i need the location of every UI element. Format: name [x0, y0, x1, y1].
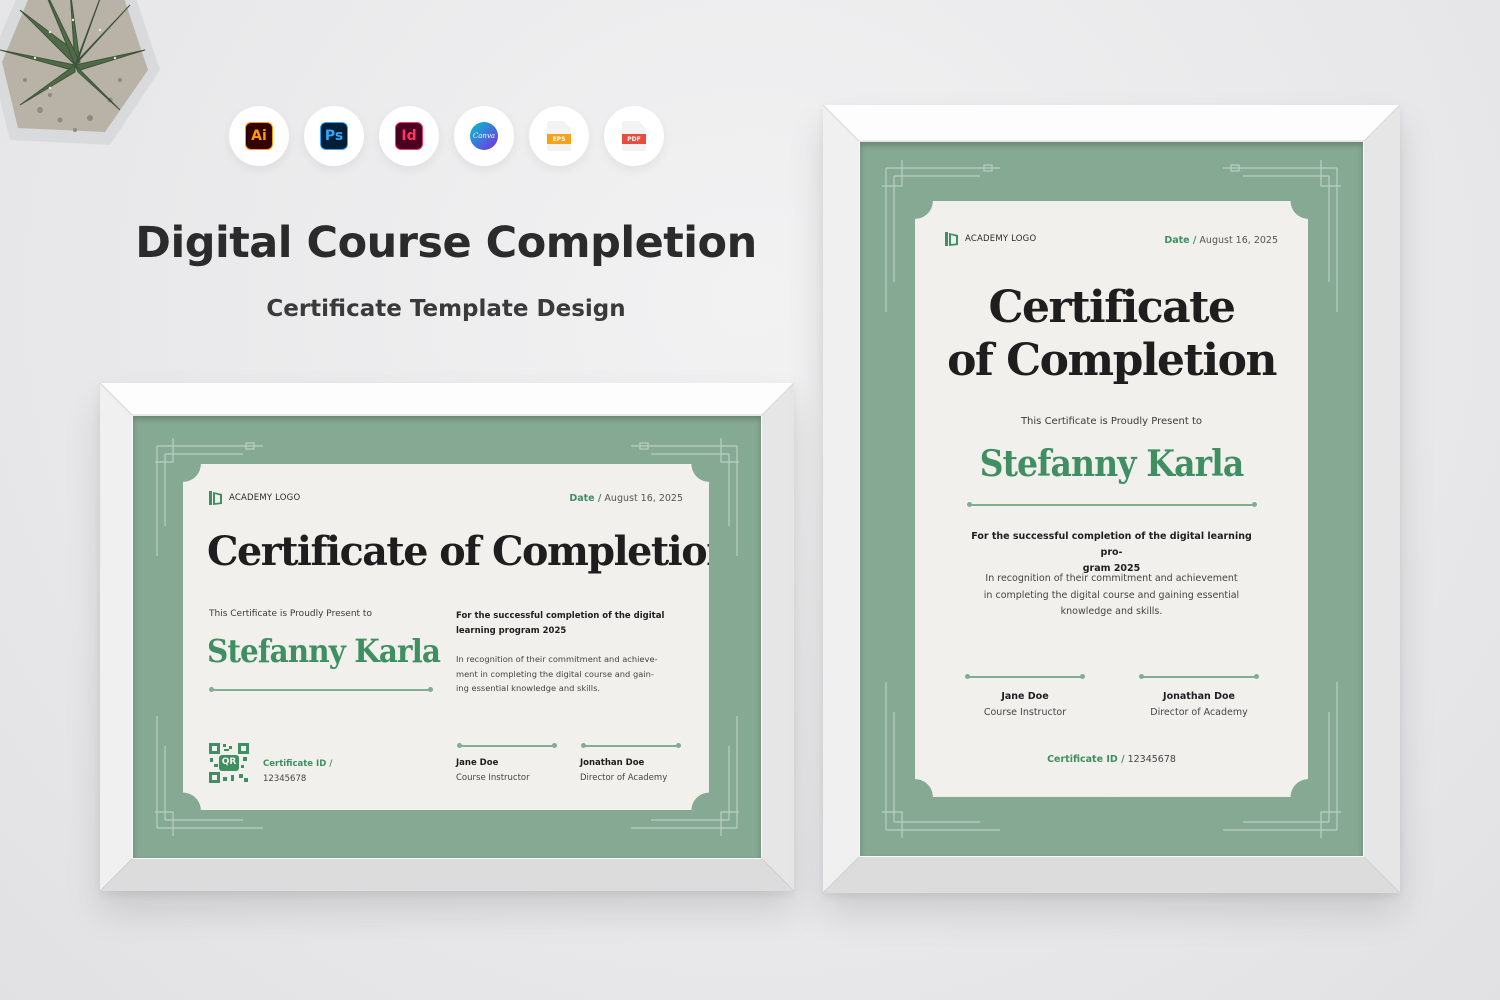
signer-1: Jane Doe Course Instructor	[983, 691, 1067, 718]
photoshop-icon: Ps	[304, 106, 364, 166]
certificate-id: Certificate ID / 12345678	[1047, 754, 1176, 765]
certificate-title: Certificate of Completion	[207, 528, 735, 575]
qr-label: QR	[221, 757, 237, 767]
certificate-paper: ACADEMY LOGO Date / August 16, 2025 Cert…	[183, 464, 735, 810]
signature-line-1	[965, 674, 1085, 679]
present-text: This Certificate is Proudly Present to	[1020, 416, 1203, 427]
recipient-name: Stefanny Karla	[979, 443, 1245, 485]
certificate-id: Certificate ID / 12345678	[263, 759, 333, 784]
certificate-paper: ACADEMY LOGO Date / August 16, 2025 Cert…	[915, 201, 1308, 797]
eps-file-icon: EPS	[529, 106, 589, 166]
signer-1: Jane Doe Course Instructor	[456, 758, 530, 783]
recipient-underline	[967, 502, 1257, 507]
succulent-plant-decoration	[0, 0, 160, 145]
signer-2: Jonathan Doe Director of Academy	[1150, 691, 1248, 718]
academy-logo: ACADEMY LOGO	[209, 490, 300, 506]
recognition-text: In recognition of their commitment and a…	[456, 654, 658, 693]
frame-mat: ACADEMY LOGO Date / August 16, 2025 Cert…	[860, 142, 1363, 856]
certificate-title: Certificate of Completion	[947, 282, 1277, 386]
academy-logo-icon	[209, 491, 222, 505]
academy-logo-icon	[945, 232, 958, 246]
indesign-icon: Id	[379, 106, 439, 166]
completion-text: For the successful completion of the dig…	[456, 611, 665, 636]
present-text: This Certificate is Proudly Present to	[209, 609, 372, 619]
page-title: Digital Course Completion	[135, 218, 757, 268]
recognition-text: In recognition of their commitment and a…	[983, 573, 1240, 617]
canva-icon: Canva	[454, 106, 514, 166]
signer-2: Jonathan Doe Director of Academy	[580, 758, 668, 783]
page-subtitle: Certificate Template Design	[266, 296, 626, 322]
frame-mat: ACADEMY LOGO Date / August 16, 2025 Cert…	[133, 416, 761, 858]
recipient-name: Stefanny Karla	[207, 632, 441, 670]
portrait-certificate-frame: ACADEMY LOGO Date / August 16, 2025 Cert…	[823, 105, 1400, 893]
signature-line-2	[581, 743, 681, 748]
recipient-underline	[209, 687, 433, 692]
completion-text: For the successful completion of the dig…	[971, 531, 1252, 574]
signature-line-2	[1139, 674, 1259, 679]
issue-date: Date / August 16, 2025	[1164, 235, 1278, 246]
issue-date: Date / August 16, 2025	[569, 493, 683, 504]
software-icons-row: Ai Ps Id Canva EPS PDF	[229, 106, 664, 166]
academy-logo: ACADEMY LOGO	[945, 231, 1036, 247]
signature-line-1	[457, 743, 557, 748]
illustrator-icon: Ai	[229, 106, 289, 166]
landscape-certificate-frame: ACADEMY LOGO Date / August 16, 2025 Cert…	[100, 383, 794, 891]
pdf-file-icon: PDF	[604, 106, 664, 166]
